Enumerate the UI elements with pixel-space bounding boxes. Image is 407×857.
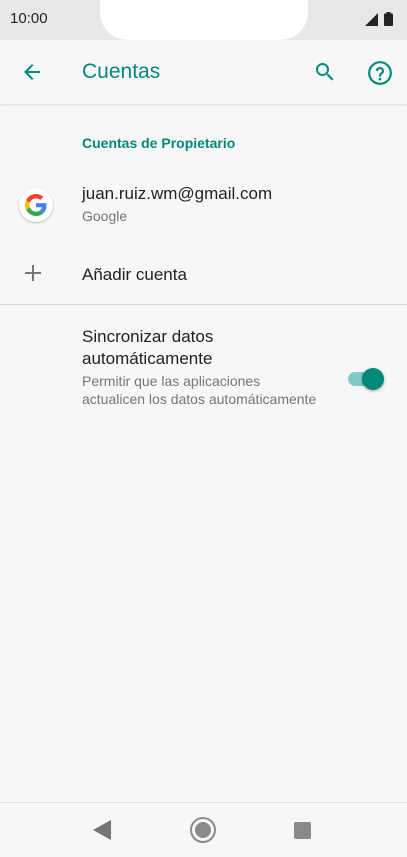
auto-sync-description: Permitir que las aplicaciones actualicen… <box>82 373 317 407</box>
status-icons <box>365 12 393 26</box>
nav-recents-icon[interactable] <box>294 822 311 839</box>
section-header: Cuentas de Propietario <box>82 135 236 151</box>
nav-home-icon[interactable] <box>189 816 217 844</box>
status-bar: 10:00 <box>0 0 407 40</box>
account-email: juan.ruiz.wm@gmail.com <box>82 184 273 203</box>
navigation-bar <box>0 802 407 857</box>
add-account-label: Añadir cuenta <box>82 265 187 284</box>
nav-back-icon[interactable] <box>93 820 111 840</box>
app-bar: Cuentas <box>0 40 407 104</box>
account-type: Google <box>82 208 128 224</box>
signal-icon <box>365 12 378 26</box>
battery-icon <box>384 12 393 26</box>
plus-icon <box>25 265 41 281</box>
account-item[interactable]: juan.ruiz.wm@gmail.com Google <box>0 170 407 240</box>
toggle-thumb <box>362 368 384 390</box>
auto-sync-toggle[interactable] <box>348 366 388 394</box>
search-icon[interactable] <box>313 60 337 84</box>
add-account-button[interactable]: Añadir cuenta <box>0 245 407 303</box>
help-icon[interactable] <box>367 60 393 86</box>
back-arrow-icon[interactable] <box>20 60 44 84</box>
page-title: Cuentas <box>82 60 161 83</box>
display-notch <box>100 0 308 40</box>
status-time: 10:00 <box>10 10 48 27</box>
divider <box>0 304 407 305</box>
auto-sync-title: Sincronizar datos automáticamente <box>82 327 214 368</box>
google-logo-icon <box>19 188 53 222</box>
auto-sync-setting[interactable]: Sincronizar datos automáticamente Permit… <box>0 318 407 436</box>
